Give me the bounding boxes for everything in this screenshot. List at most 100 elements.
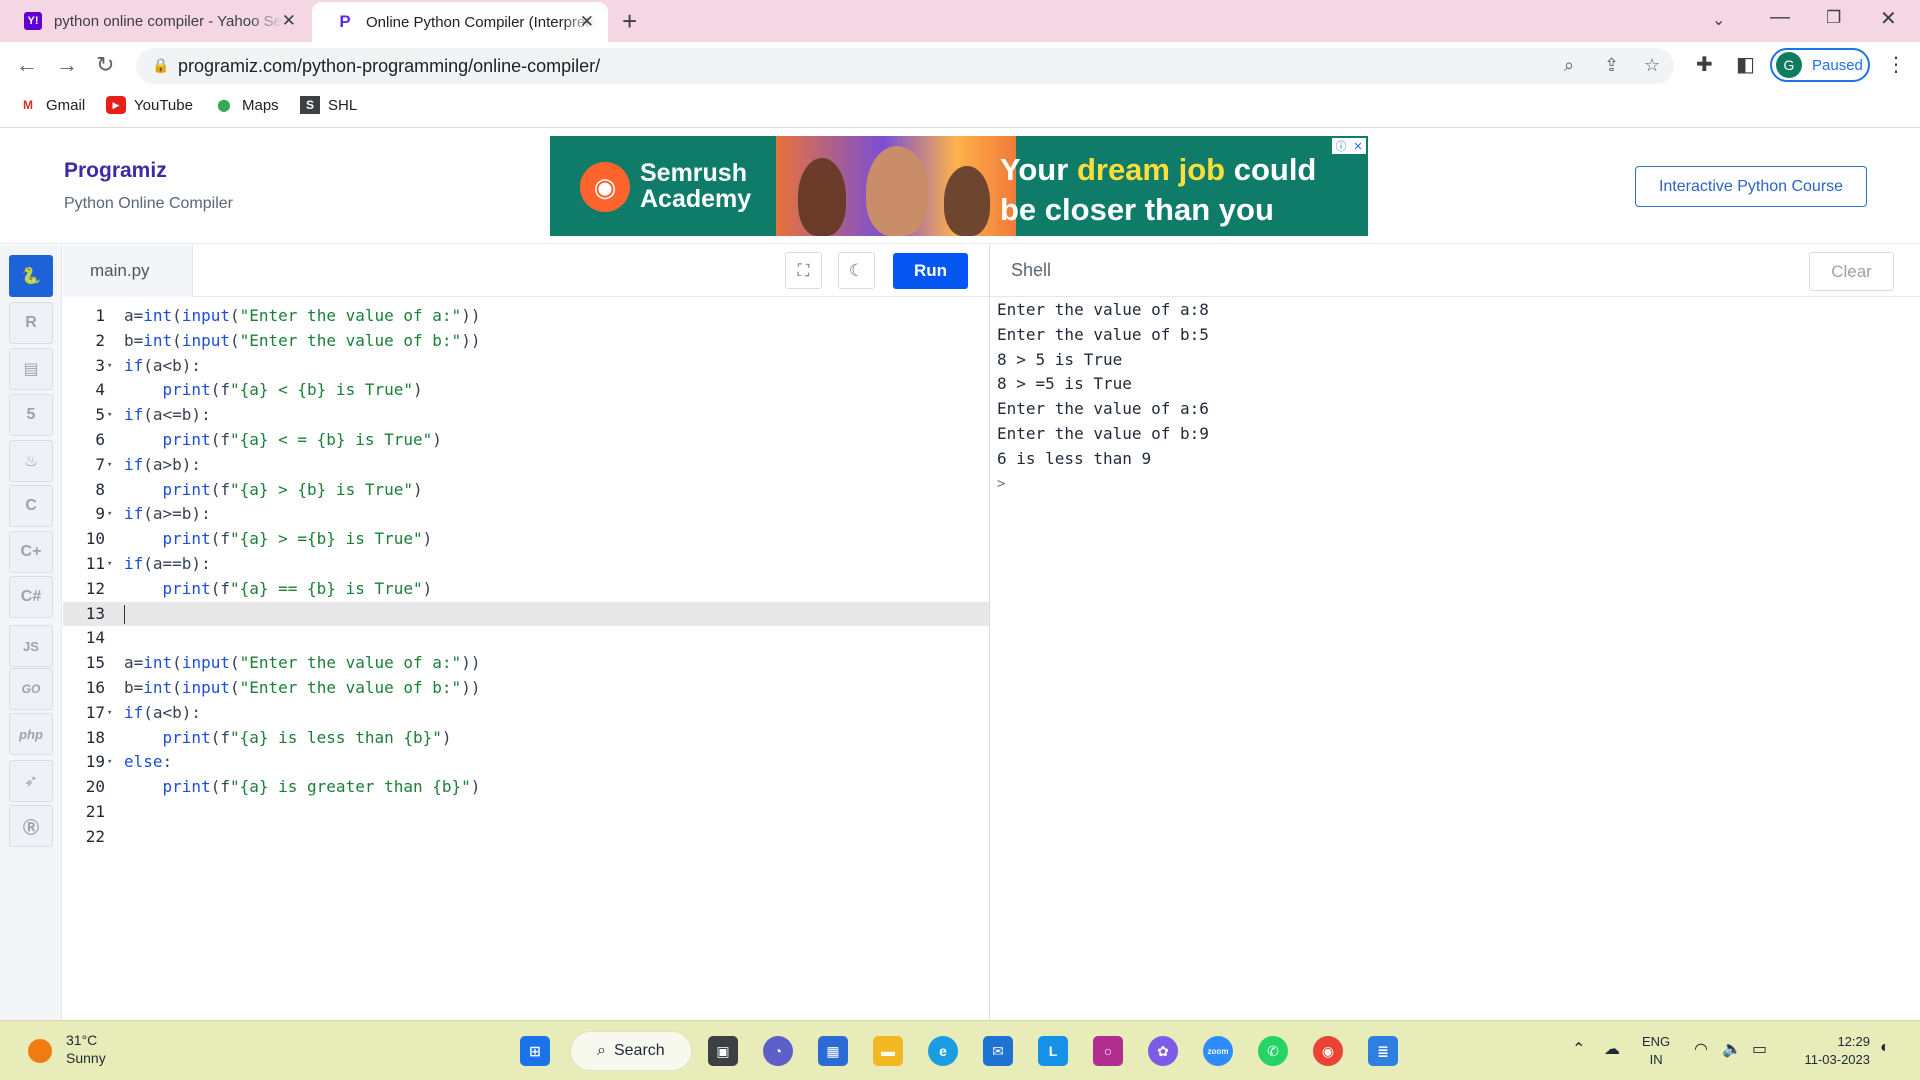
programiz-logo[interactable]: Programiz [64,159,167,183]
rust-icon[interactable]: Ⓡ [9,805,53,847]
tab-programiz-compiler[interactable]: P Online Python Compiler (Interpreter) ✕ [312,2,608,42]
go-icon[interactable]: GO [9,668,53,710]
microsoft-store-icon[interactable]: ▦ [818,1036,848,1066]
battery-icon[interactable]: ▭ [1752,1039,1767,1059]
code-line[interactable]: 3 ▾ if(a<b): [63,354,989,379]
edge-icon[interactable]: e [928,1036,958,1066]
forward-icon[interactable]: → [56,52,78,78]
minimize-icon[interactable]: — [1770,6,1790,29]
code-line[interactable]: 11 ▾ if(a==b): [63,552,989,577]
code-line[interactable]: 6 print(f"{a} < = {b} is True") [63,428,989,453]
code-line[interactable]: 2 b=int(input("Enter the value of b:")) [63,329,989,354]
code-line[interactable]: 16 b=int(input("Enter the value of b:")) [63,676,989,701]
dark-mode-moon-icon[interactable]: ☾ [838,252,875,289]
run-button[interactable]: Run [893,253,968,289]
task-view-icon[interactable]: ▣ [708,1036,738,1066]
advertisement-banner[interactable]: ◉ Semrush Academy Your dream job could b… [550,136,1368,236]
fold-arrow-icon[interactable]: ▾ [107,502,112,527]
fold-arrow-icon[interactable]: ▾ [107,552,112,577]
shell-output[interactable]: Enter the value of a:8 Enter the value of… [997,298,1897,496]
wifi-icon[interactable]: ◠ [1694,1039,1708,1059]
chrome-icon[interactable]: ◉ [1313,1036,1343,1066]
code-line[interactable]: 21 [63,800,989,825]
system-clock[interactable]: 12:29 11-03-2023 [1790,1033,1870,1069]
tab-search-chevron-icon[interactable]: ⌄ [1712,10,1725,30]
reload-icon[interactable]: ↻ [96,52,114,78]
interactive-python-course-button[interactable]: Interactive Python Course [1635,166,1867,207]
fold-arrow-icon[interactable]: ▾ [107,403,112,428]
code-editor[interactable]: 1 a=int(input("Enter the value of a:")) 2 b… [63,298,989,1020]
code-line[interactable]: 10 print(f"{a} > ={b} is True") [63,527,989,552]
weather-widget[interactable]: 31°C Sunny [66,1031,106,1067]
notepad-icon[interactable]: ≣ [1368,1036,1398,1066]
notifications-icon[interactable]: ◐ [1880,1039,1890,1057]
code-line[interactable]: 12 print(f"{a} == {b} is True") [63,577,989,602]
sql-icon[interactable]: ▤ [9,348,53,390]
tab-yahoo-search[interactable]: Y! python online compiler - Yahoo Search… [0,0,310,42]
fold-arrow-icon[interactable]: ▾ [107,750,112,775]
restore-icon[interactable]: ❐ [1826,8,1841,28]
extensions-icon[interactable]: ✚ [1696,52,1713,77]
clear-button[interactable]: Clear [1809,252,1894,291]
whatsapp-icon[interactable]: ✆ [1258,1036,1288,1066]
zoom-icon[interactable]: ⌕ [1564,55,1574,76]
javascript-icon[interactable]: JS [9,625,53,667]
language-indicator[interactable]: ENG IN [1642,1033,1670,1069]
photos-icon[interactable]: ✿ [1148,1036,1178,1066]
code-line[interactable]: 18 print(f"{a} is less than {b}") [63,726,989,751]
code-line[interactable]: 13 [63,601,989,627]
bookmark-shl[interactable]: S SHL [300,96,357,114]
code-line[interactable]: 17 ▾ if(a<b): [63,701,989,726]
code-line[interactable]: 4 print(f"{a} < {b} is True") [63,378,989,403]
c-icon[interactable]: C [9,485,53,527]
windows-start-icon[interactable]: ⊞ [520,1036,550,1066]
swift-icon[interactable]: ➶ [9,760,53,802]
bookmark-maps[interactable]: ⬤ Maps [214,96,278,114]
bookmark-gmail[interactable]: M Gmail [18,96,85,114]
pane-divider[interactable] [989,245,990,1020]
html5-icon[interactable]: 5 [9,394,53,436]
code-line[interactable]: 1 a=int(input("Enter the value of a:")) [63,304,989,329]
onedrive-cloud-icon[interactable]: ☁ [1604,1039,1620,1059]
show-hidden-icons-chevron-icon[interactable]: ⌃ [1572,1039,1585,1059]
code-line[interactable]: 9 ▾ if(a>=b): [63,502,989,527]
fold-arrow-icon[interactable]: ▾ [107,453,112,478]
url-text[interactable]: programiz.com/python-programming/online-… [178,56,600,77]
python-icon[interactable]: 🐍 [9,255,53,297]
file-tab-main-py[interactable]: main.py [63,245,193,297]
linkedin-learning-icon[interactable]: L [1038,1036,1068,1066]
share-icon[interactable]: ⇪ [1604,55,1619,76]
code-line[interactable]: 8 print(f"{a} > {b} is True") [63,478,989,503]
code-line[interactable]: 5 ▾ if(a<=b): [63,403,989,428]
code-line[interactable]: 15 a=int(input("Enter the value of a:")) [63,651,989,676]
browser-menu-icon[interactable]: ⋮ [1886,52,1906,77]
new-tab-button[interactable]: + [622,8,637,34]
sun-icon[interactable] [28,1039,52,1063]
volume-icon[interactable]: 🔈 [1722,1039,1742,1059]
php-icon[interactable]: php [9,713,53,755]
profile-button[interactable]: G Paused [1770,48,1870,82]
shell-prompt[interactable]: > [997,472,1897,497]
code-line[interactable]: 22 [63,825,989,850]
tab-close-icon[interactable]: ✕ [282,11,296,31]
code-line[interactable]: 19 ▾ else: [63,750,989,775]
code-line[interactable]: 14 [63,626,989,651]
bookmark-star-icon[interactable]: ☆ [1644,55,1660,76]
teams-chat-icon[interactable]: ◔ [763,1036,793,1066]
side-panel-icon[interactable]: ◧ [1736,52,1755,77]
address-bar[interactable]: 🔒 programiz.com/python-programming/onlin… [136,48,1674,84]
app-icon[interactable]: ○ [1093,1036,1123,1066]
fold-arrow-icon[interactable]: ▾ [107,354,112,379]
taskbar-search[interactable]: ⌕ Search [570,1031,692,1071]
cplusplus-icon[interactable]: C+ [9,531,53,573]
zoom-icon[interactable]: zoom [1203,1036,1233,1066]
csharp-icon[interactable]: C# [9,576,53,618]
tab-close-icon[interactable]: ✕ [580,12,594,32]
code-line[interactable]: 7 ▾ if(a>b): [63,453,989,478]
code-line[interactable]: 20 print(f"{a} is greater than {b}") [63,775,989,800]
java-icon[interactable]: ♨ [9,440,53,482]
bookmark-youtube[interactable]: ▶ YouTube [106,96,193,114]
mail-icon[interactable]: ✉ [983,1036,1013,1066]
fullscreen-icon[interactable]: ⛶ [785,252,822,289]
ad-choices-icon[interactable]: ⓘ ✕ [1332,138,1366,154]
